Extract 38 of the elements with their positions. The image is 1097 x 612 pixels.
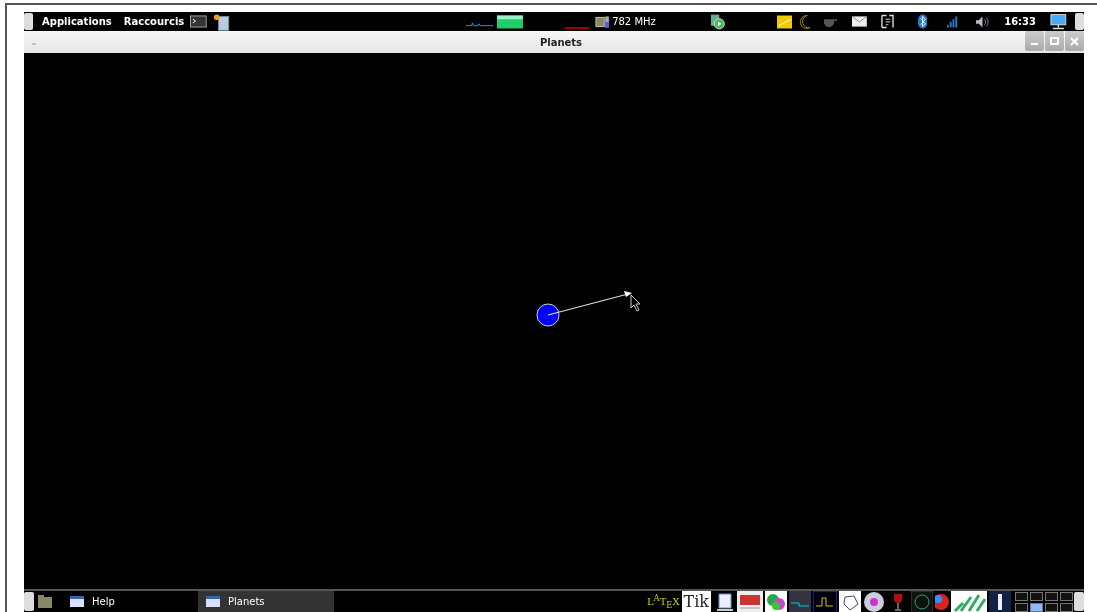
- workspace-switcher[interactable]: [1015, 591, 1073, 612]
- signal-icon[interactable]: [947, 15, 959, 28]
- cup-icon[interactable]: [823, 16, 839, 27]
- mail-icon[interactable]: [852, 16, 867, 27]
- moon-icon[interactable]: [798, 13, 812, 30]
- clipboard-icon[interactable]: [880, 14, 894, 29]
- media-player-icon[interactable]: [709, 13, 725, 30]
- panel-handle[interactable]: [1074, 592, 1084, 611]
- window-icon: [206, 596, 220, 607]
- memory-meter-icon: [497, 14, 524, 29]
- si-launcher-icon[interactable]: [737, 590, 763, 612]
- molecule-launcher-icon[interactable]: [765, 590, 787, 612]
- sphere-launcher-icon[interactable]: [863, 590, 885, 612]
- menu-item[interactable]: Raccourcis: [117, 16, 191, 27]
- geometry-launcher-icon[interactable]: [839, 590, 861, 612]
- window-title: Planets: [539, 36, 583, 48]
- monitor-icon[interactable]: [1050, 13, 1067, 30]
- planet[interactable]: [536, 303, 560, 327]
- tikz-launcher[interactable]: Tik: [681, 590, 711, 612]
- speaker-icon[interactable]: [976, 15, 990, 28]
- latex-launcher[interactable]: L$^{A}$T$_{E}$X: [646, 592, 680, 611]
- taskbar-button[interactable]: Planets: [198, 591, 334, 612]
- taskbar-button[interactable]: Help: [62, 591, 198, 612]
- panel-handle[interactable]: [1074, 13, 1084, 30]
- terminal-icon[interactable]: [190, 15, 207, 28]
- bluetooth-icon[interactable]: [917, 14, 928, 29]
- panel-handle[interactable]: [24, 592, 34, 611]
- window-icon: [70, 596, 84, 607]
- cpu-frequency-text: 782 MHz: [612, 16, 656, 27]
- clock-text[interactable]: 16:33: [1004, 16, 1037, 27]
- folder-icon[interactable]: [38, 595, 52, 608]
- plot-launcher-icon[interactable]: [813, 590, 837, 612]
- bars-launcher-icon[interactable]: [951, 590, 987, 612]
- panel-handle[interactable]: [24, 13, 34, 30]
- note-icon[interactable]: [776, 14, 793, 29]
- dark-launcher-icon[interactable]: [911, 590, 933, 612]
- mouse-cursor-icon: [630, 294, 641, 312]
- menu-item[interactable]: Applications: [36, 16, 118, 27]
